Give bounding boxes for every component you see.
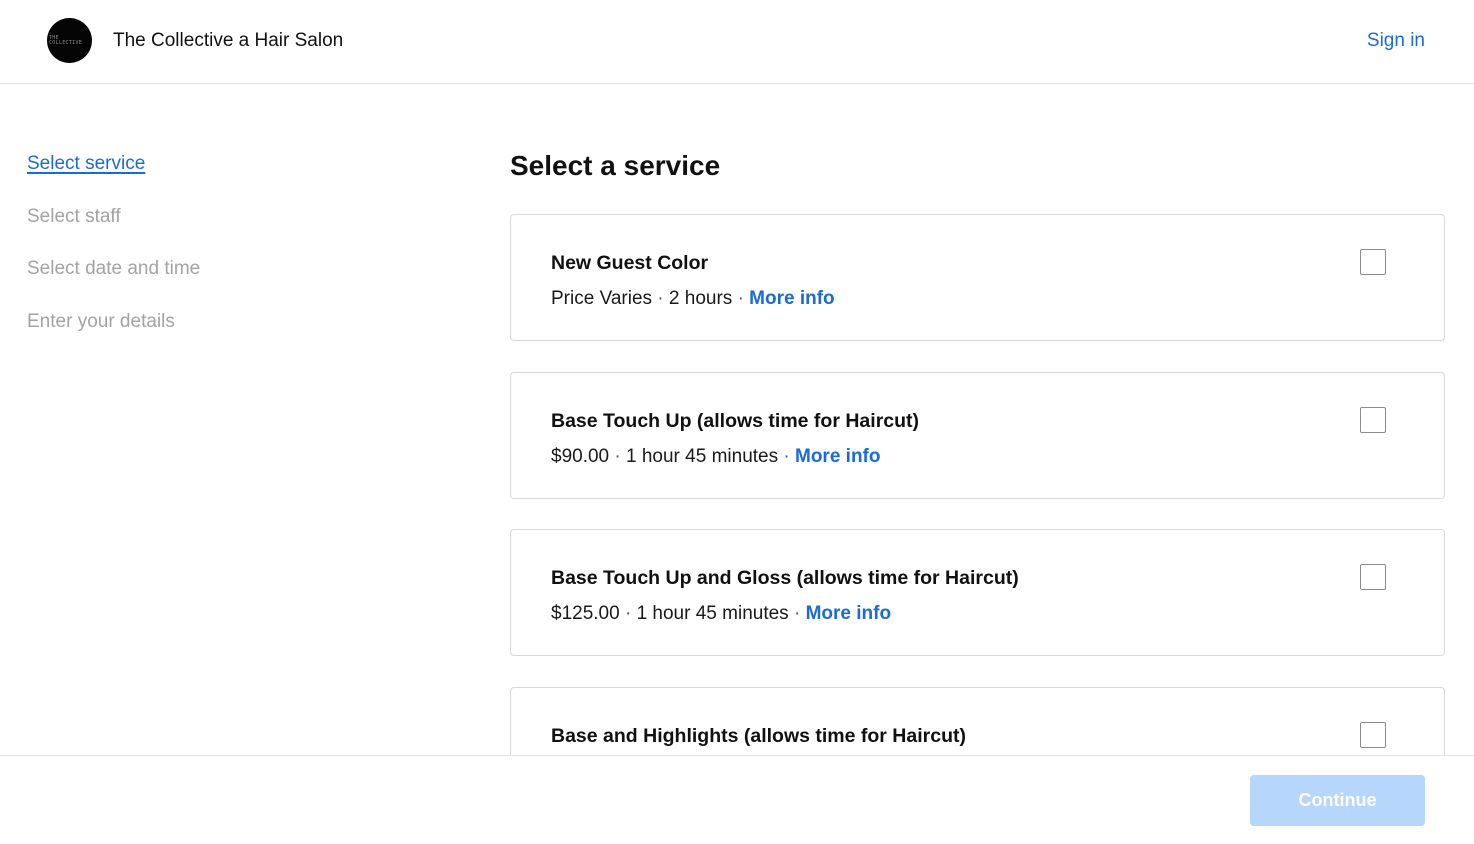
- service-meta: $90.00 · 1 hour 45 minutes · More info: [551, 445, 881, 469]
- service-checkbox[interactable]: [1360, 721, 1386, 748]
- separator: ·: [657, 288, 664, 309]
- service-card[interactable]: Base Touch Up and Gloss (allows time for…: [510, 529, 1445, 656]
- separator: ·: [783, 445, 790, 467]
- service-price: $90.00: [551, 445, 610, 467]
- service-name: New Guest Color: [551, 252, 709, 274]
- bottom-action-bar: Continue: [0, 755, 1474, 834]
- service-checkbox[interactable]: [1360, 249, 1386, 275]
- booking-steps-nav: Select service Select staff Select date …: [27, 152, 200, 362]
- more-info-link[interactable]: More info: [806, 603, 892, 624]
- service-checkbox[interactable]: [1360, 406, 1386, 433]
- salon-logo[interactable]: THE COLLECTIVE: [47, 18, 92, 63]
- top-header: THE COLLECTIVE The Collective a Hair Sal…: [0, 0, 1474, 84]
- step-select-staff: Select staff: [27, 205, 121, 227]
- logo-text-line2: COLLECTIVE: [49, 40, 83, 46]
- more-info-link[interactable]: More info: [795, 446, 881, 467]
- service-duration: 1 hour 45 minutes: [636, 603, 789, 624]
- logo-text: THE COLLECTIVE: [49, 36, 82, 46]
- page-title: Select a service: [510, 150, 721, 181]
- separator: ·: [737, 288, 744, 309]
- service-checkbox[interactable]: [1360, 564, 1386, 590]
- sign-in-link[interactable]: Sign in: [1367, 30, 1425, 52]
- service-card[interactable]: Base Touch Up (allows time for Haircut) …: [510, 371, 1445, 499]
- brand-name: The Collective a Hair Salon: [113, 30, 344, 51]
- service-name: Base Touch Up and Gloss (allows time for…: [551, 567, 1019, 589]
- step-enter-details: Enter your details: [27, 310, 175, 332]
- step-select-date-time: Select date and time: [27, 258, 201, 279]
- separator: ·: [793, 603, 801, 624]
- step-select-service[interactable]: Select service: [27, 152, 200, 205]
- separator: ·: [614, 445, 621, 467]
- service-duration: 1 hour 45 minutes: [626, 445, 779, 467]
- service-price: Price Varies: [551, 288, 653, 309]
- service-name: Base and Highlights (allows time for Hai…: [551, 724, 966, 747]
- separator: ·: [624, 603, 632, 624]
- service-meta: Price Varies · 2 hours · More info: [551, 287, 835, 311]
- service-price: $125.00: [551, 603, 620, 624]
- more-info-link[interactable]: More info: [749, 288, 835, 309]
- service-duration: 2 hours: [668, 288, 733, 309]
- service-meta: $125.00 · 1 hour 45 minutes · More info: [551, 602, 891, 626]
- continue-button[interactable]: Continue: [1250, 775, 1425, 826]
- service-list: New Guest Color Price Varies · 2 hours ·…: [510, 214, 1445, 844]
- service-card[interactable]: New Guest Color Price Varies · 2 hours ·…: [510, 214, 1445, 341]
- service-name: Base Touch Up (allows time for Haircut): [551, 409, 920, 432]
